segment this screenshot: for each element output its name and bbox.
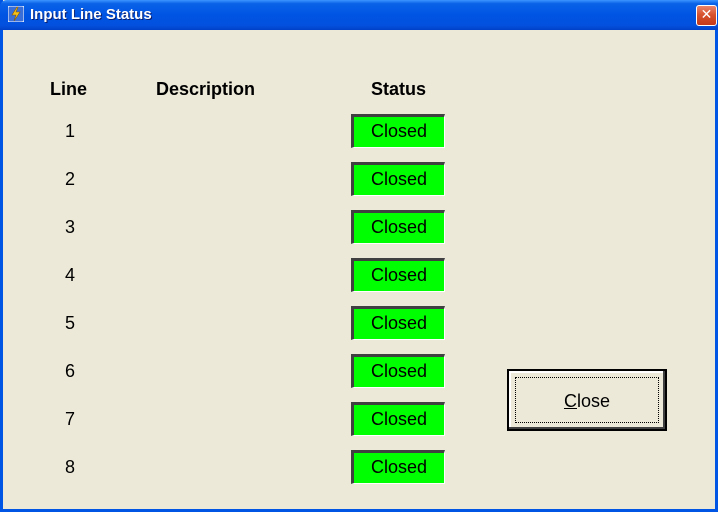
line-row-6: 6 Closed bbox=[3, 354, 483, 388]
line-status-indicator: Closed bbox=[351, 162, 445, 196]
line-number: 4 bbox=[64, 265, 75, 285]
input-line-status-window: Input Line Status ✕ Line Description Sta… bbox=[0, 0, 718, 512]
line-number: 3 bbox=[64, 217, 75, 237]
line-status-indicator: Closed bbox=[351, 354, 445, 388]
line-status-indicator: Closed bbox=[351, 210, 445, 244]
app-lightning-icon bbox=[8, 6, 24, 22]
line-status-indicator: Closed bbox=[351, 114, 445, 148]
line-row-1: 1 Closed bbox=[3, 114, 483, 148]
close-button-label: lose bbox=[576, 391, 611, 411]
line-number: 7 bbox=[64, 409, 75, 429]
line-status-indicator: Closed bbox=[351, 450, 445, 484]
window-title: Input Line Status bbox=[30, 6, 152, 23]
line-row-7: 7 Closed bbox=[3, 402, 483, 436]
column-header-description: Description bbox=[156, 79, 256, 99]
line-number: 1 bbox=[64, 121, 75, 141]
line-status-indicator: Closed bbox=[351, 402, 445, 436]
title-bar[interactable]: Input Line Status ✕ bbox=[0, 0, 718, 30]
line-number: 6 bbox=[64, 361, 75, 381]
line-number: 8 bbox=[64, 457, 75, 477]
close-icon[interactable]: ✕ bbox=[696, 5, 717, 26]
close-button-mnemonic: C bbox=[563, 391, 577, 411]
line-row-2: 2 Closed bbox=[3, 162, 483, 196]
line-row-3: 3 Closed bbox=[3, 210, 483, 244]
line-row-5: 5 Closed bbox=[3, 306, 483, 340]
close-button-focus-rect: Close bbox=[515, 377, 659, 423]
column-header-status: Status bbox=[371, 79, 427, 99]
line-number: 5 bbox=[64, 313, 75, 333]
line-status-indicator: Closed bbox=[351, 306, 445, 340]
line-status-indicator: Closed bbox=[351, 258, 445, 292]
line-row-4: 4 Closed bbox=[3, 258, 483, 292]
line-row-8: 8 Closed bbox=[3, 450, 483, 484]
close-button[interactable]: Close bbox=[507, 369, 667, 431]
column-header-line: Line bbox=[50, 79, 88, 99]
line-number: 2 bbox=[64, 169, 75, 189]
